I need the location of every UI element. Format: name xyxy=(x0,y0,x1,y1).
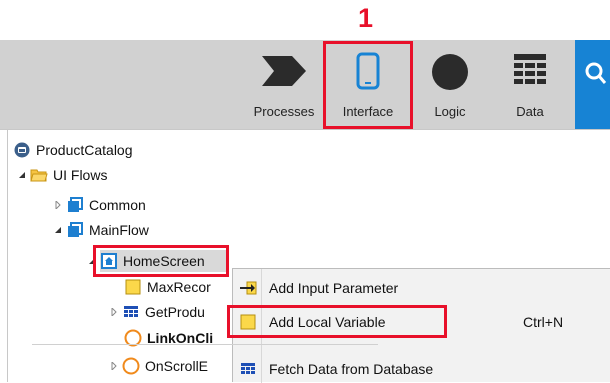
folder-icon xyxy=(30,166,48,184)
logic-circle-icon xyxy=(430,52,470,97)
homescreen-highlight-box xyxy=(93,245,229,277)
input-parameter-icon xyxy=(239,279,257,297)
app-icon xyxy=(13,141,31,159)
tree-node-label: Common xyxy=(89,197,146,213)
aggregate-icon xyxy=(122,303,140,321)
toolbar-processes-label: Processes xyxy=(253,104,315,119)
toolbar-logic-label: Logic xyxy=(434,104,466,119)
tree-node-label: MaxRecor xyxy=(147,279,211,295)
interface-highlight-box xyxy=(323,41,413,129)
processes-icon xyxy=(260,54,308,93)
tree-node-label: ProductCatalog xyxy=(36,142,133,158)
collapsed-arrow-icon[interactable] xyxy=(108,362,120,370)
ui-flow-icon xyxy=(66,196,84,214)
menu-item-label: Fetch Data from Database xyxy=(269,361,434,377)
collapsed-arrow-icon[interactable] xyxy=(108,308,120,316)
tree-node-ui-flows[interactable]: UI Flows xyxy=(16,164,107,186)
tree-node-linkonclick[interactable]: LinkOnCli xyxy=(124,327,213,349)
search-button[interactable] xyxy=(575,40,610,129)
tree-node-label: OnScrollE xyxy=(145,358,209,374)
tree-border xyxy=(7,129,8,382)
toolbar-processes[interactable]: Processes xyxy=(248,40,320,129)
local-variable-icon xyxy=(124,278,142,296)
toolbar-data-label: Data xyxy=(516,104,544,119)
aggregate-icon xyxy=(239,360,257,378)
tree-node-label: UI Flows xyxy=(53,167,108,183)
client-action-icon xyxy=(122,357,140,375)
menu-item-label: Add Input Parameter xyxy=(269,280,399,296)
step-1-annotation: 1 xyxy=(358,3,374,33)
add-local-variable-highlight-box xyxy=(227,305,447,338)
menu-item-shortcut: Ctrl+N xyxy=(523,314,564,330)
collapsed-arrow-icon[interactable] xyxy=(52,201,64,209)
data-grid-icon xyxy=(512,52,548,93)
toolbar-logic[interactable]: Logic xyxy=(420,40,480,129)
menu-separator xyxy=(32,344,378,345)
menu-item-add-input-parameter[interactable]: Add Input Parameter xyxy=(233,275,610,301)
tree-node-getproducts[interactable]: GetProdu xyxy=(108,301,205,323)
top-toolbar: Processes Interface Logic Data xyxy=(0,40,610,129)
tree-node-label: MainFlow xyxy=(89,222,149,238)
search-icon xyxy=(585,62,607,91)
tree-node-maxrecords[interactable]: MaxRecor xyxy=(124,276,211,298)
tree-node-common[interactable]: Common xyxy=(52,194,146,216)
menu-item-fetch-data-from-database[interactable]: Fetch Data from Database xyxy=(233,356,610,382)
tree-node-mainflow[interactable]: MainFlow xyxy=(52,219,149,241)
expanded-arrow-icon[interactable] xyxy=(52,226,64,234)
expanded-arrow-icon[interactable] xyxy=(16,171,28,179)
ui-flow-icon xyxy=(66,221,84,239)
tree-node-label: GetProdu xyxy=(145,304,205,320)
toolbar-data[interactable]: Data xyxy=(494,40,566,129)
tree-node-productcatalog[interactable]: ProductCatalog xyxy=(13,139,133,161)
tree-node-onscrollending[interactable]: OnScrollE xyxy=(108,355,208,377)
